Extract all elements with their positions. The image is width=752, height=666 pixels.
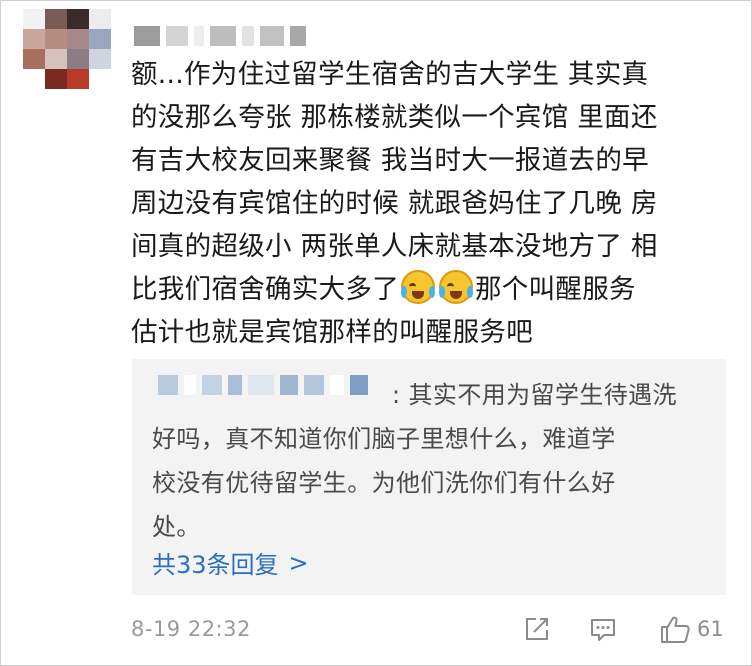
comment-line: 周边没有宾馆住的时候 就跟爸妈住了几晚 房 [131, 188, 658, 219]
reply-text: : 其实不用为留学生待遇洗 好吗，真不知道你们脑子里想什么，难道学 校没有优待留… [152, 373, 720, 549]
comment-segment: 那个叫醒服务 [475, 274, 636, 305]
thumbs-up-icon [661, 616, 690, 643]
comment-line: 有吉大校友回来聚餐 我当时大一报道去的早 [131, 145, 649, 176]
comment-line: 额...作为住过留学生宿舍的吉大学生 其实真 [131, 59, 649, 90]
laugh-cry-emoji-icon [439, 270, 473, 304]
reply-preview[interactable]: : 其实不用为留学生待遇洗 好吗，真不知道你们脑子里想什么，难道学 校没有优待留… [132, 359, 726, 595]
reply-line: 好吗，真不知道你们脑子里想什么，难道学 [152, 425, 616, 453]
reply-line: : 其实不用为留学生待遇洗 [392, 381, 677, 409]
comment-line-with-emoji: 比我们宿舍确实大多了 那个叫醒服务 [131, 268, 731, 311]
share-button[interactable] [523, 613, 553, 645]
comment-line: 间真的超级小 两张单人床就基本没地方了 相 [131, 231, 658, 262]
share-icon [526, 618, 548, 640]
reply-line: 校没有优待留学生。为他们洗你们有什么好 [152, 469, 616, 497]
laugh-cry-emoji-icon [401, 270, 435, 304]
view-all-replies-link[interactable]: 共33条回复 > [152, 545, 309, 580]
comment-card: 额...作为住过留学生宿舍的吉大学生 其实真 的没那么夸张 那栋楼就类似一个宾馆… [0, 0, 752, 666]
comment-footer: 8-19 22:32 61 [131, 613, 731, 649]
comment-icon [591, 619, 615, 641]
like-button[interactable]: 61 [659, 613, 729, 645]
comment-line: 的没那么夸张 那栋楼就类似一个宾馆 里面还 [131, 102, 658, 133]
comment-button[interactable] [589, 613, 619, 645]
comment-segment: 比我们宿舍确实大多了 [131, 274, 399, 305]
reply-count-label: 共33条回复 [152, 551, 279, 579]
timestamp: 8-19 22:32 [131, 617, 251, 641]
like-count: 61 [697, 617, 724, 641]
username-blurred[interactable] [134, 25, 306, 47]
comment-text: 额...作为住过留学生宿舍的吉大学生 其实真 的没那么夸张 那栋楼就类似一个宾馆… [131, 53, 731, 354]
avatar[interactable] [23, 9, 111, 89]
reply-line: 处。 [152, 513, 201, 541]
comment-line: 估计也就是宾馆那样的叫醒服务吧 [131, 317, 533, 348]
chevron-right-icon: > [288, 548, 309, 577]
